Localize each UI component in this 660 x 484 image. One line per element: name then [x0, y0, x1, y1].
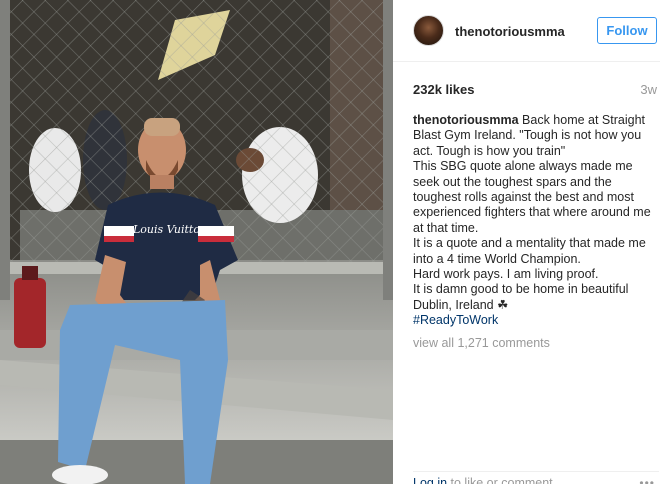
post-footer: Log in to like or comment. •••: [413, 471, 659, 484]
post-header: thenotoriousmma Follow: [393, 0, 660, 62]
hashtag-link[interactable]: #ReadyToWork: [413, 313, 498, 327]
username-link[interactable]: thenotoriousmma: [455, 24, 565, 39]
caption-username-link[interactable]: thenotoriousmma: [413, 113, 519, 127]
gym-photo-illustration: [0, 0, 393, 484]
post-timestamp[interactable]: 3w: [640, 82, 657, 97]
view-all-comments-link[interactable]: view all 1,271 comments: [413, 336, 550, 350]
avatar[interactable]: [413, 15, 444, 46]
post-side-panel: thenotoriousmma Follow 232k likes 3w the…: [393, 0, 660, 484]
caption-text: Back home at Straight Blast Gym Ireland.…: [413, 113, 651, 312]
post-caption: thenotoriousmma Back home at Straight Bl…: [413, 113, 657, 329]
more-horizontal-icon[interactable]: •••: [639, 476, 655, 484]
shirt-brand-text: Louis Vuitton: [133, 223, 208, 236]
login-prompt-text: to like or comment.: [447, 476, 557, 484]
likes-count[interactable]: 232k likes: [413, 82, 474, 97]
post-photo[interactable]: Louis Vuitton: [0, 0, 393, 484]
likes-row: 232k likes 3w: [413, 82, 659, 98]
login-link[interactable]: Log in: [413, 476, 447, 484]
follow-button[interactable]: Follow: [597, 17, 657, 44]
water-bottle: [14, 278, 46, 348]
